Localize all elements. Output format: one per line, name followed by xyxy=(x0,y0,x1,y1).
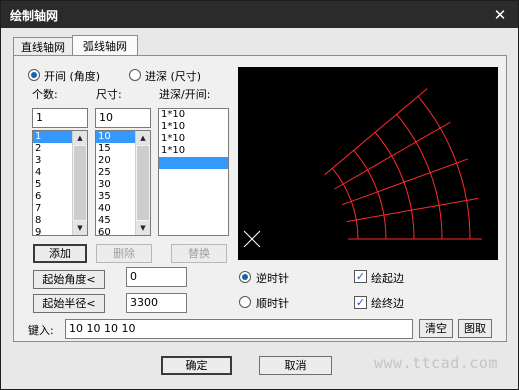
size-input[interactable]: 10 xyxy=(95,108,151,128)
list-item[interactable]: 1*10 xyxy=(159,109,228,121)
ucs-cross-icon xyxy=(243,230,261,248)
size-label: 尺寸: xyxy=(96,88,122,101)
entries-label: 进深/开间: xyxy=(159,88,211,101)
size-list[interactable]: 10 15 20 25 30 35 40 45 60 ▲ ▼ xyxy=(95,130,151,236)
scroll-up-icon[interactable]: ▲ xyxy=(136,131,150,145)
radial-axis-line xyxy=(334,121,451,190)
radial-axis-line xyxy=(341,158,469,206)
start-angle-input[interactable]: 0 xyxy=(126,267,187,287)
scroll-thumb[interactable] xyxy=(137,146,149,220)
list-item[interactable]: 1*10 xyxy=(159,145,228,157)
cw-radio[interactable] xyxy=(239,296,251,308)
cw-label[interactable]: 顺时针 xyxy=(256,295,289,311)
scroll-up-icon[interactable]: ▲ xyxy=(73,131,87,145)
close-icon[interactable]: ✕ xyxy=(492,7,508,23)
list-item[interactable]: 1*10 xyxy=(159,121,228,133)
arc-grid-preview xyxy=(243,88,482,248)
clear-button[interactable]: 清空 xyxy=(419,319,453,338)
scroll-thumb[interactable] xyxy=(74,146,86,220)
mode-depth-label[interactable]: 进深 (尺寸) xyxy=(145,68,201,84)
count-list[interactable]: 123456789 ▲ ▼ xyxy=(32,130,88,236)
list-item-selected-empty[interactable] xyxy=(159,157,228,169)
draw-grid-dialog: 绘制轴网 ✕ 直线轴网 弧线轴网 开间 (角度) 进深 (尺寸) 个数: 尺寸:… xyxy=(0,0,519,390)
pick-button[interactable]: 图取 xyxy=(458,319,492,338)
radial-axis-line xyxy=(324,88,428,176)
window-title: 绘制轴网 xyxy=(10,9,59,23)
tab-arc-grid[interactable]: 弧线轴网 xyxy=(72,35,138,56)
arc-grid-panel: 开间 (角度) 进深 (尺寸) 个数: 尺寸: 进深/开间: 1 1234567… xyxy=(13,55,507,342)
end-edge-label[interactable]: 绘终边 xyxy=(371,295,404,311)
tab-straight-grid[interactable]: 直线轴网 xyxy=(13,37,73,56)
count-input[interactable]: 1 xyxy=(32,108,88,128)
size-list-scrollbar[interactable]: ▲ ▼ xyxy=(135,131,150,235)
entries-list[interactable]: 1*10 1*10 1*10 1*10 xyxy=(158,108,229,236)
ccw-radio[interactable] xyxy=(239,271,251,283)
watermark-text: www.ttcad.com xyxy=(374,354,498,372)
input-label: 键入: xyxy=(28,324,54,337)
end-edge-checkbox[interactable]: ✓ xyxy=(354,296,367,309)
mode-depth-radio[interactable] xyxy=(129,69,141,81)
list-item[interactable]: 1*10 xyxy=(159,133,228,145)
add-button[interactable]: 添加 xyxy=(33,244,87,263)
start-radius-button[interactable]: 起始半径< xyxy=(33,294,105,313)
scroll-down-icon[interactable]: ▼ xyxy=(136,221,150,235)
mode-open-label[interactable]: 开间 (角度) xyxy=(44,68,100,84)
count-label: 个数: xyxy=(32,88,58,101)
ccw-label[interactable]: 逆时针 xyxy=(256,270,289,286)
start-edge-label[interactable]: 绘起边 xyxy=(371,270,404,286)
start-angle-button[interactable]: 起始角度< xyxy=(33,270,105,289)
replace-button[interactable]: 替换 xyxy=(171,244,227,263)
entries-list-items: 1*10 1*10 1*10 1*10 xyxy=(159,109,228,169)
scroll-down-icon[interactable]: ▼ xyxy=(73,221,87,235)
start-edge-checkbox[interactable]: ✓ xyxy=(354,270,367,283)
title-bar: 绘制轴网 ✕ xyxy=(1,1,518,28)
start-radius-input[interactable]: 3300 xyxy=(126,293,187,313)
preview-canvas xyxy=(238,67,498,260)
delete-button[interactable]: 删除 xyxy=(96,244,152,263)
ok-button[interactable]: 确定 xyxy=(161,356,232,375)
mode-open-radio[interactable] xyxy=(28,69,40,81)
cancel-button[interactable]: 取消 xyxy=(259,356,332,375)
count-list-scrollbar[interactable]: ▲ ▼ xyxy=(72,131,87,235)
key-in-input[interactable]: 10 10 10 10 xyxy=(65,319,413,339)
